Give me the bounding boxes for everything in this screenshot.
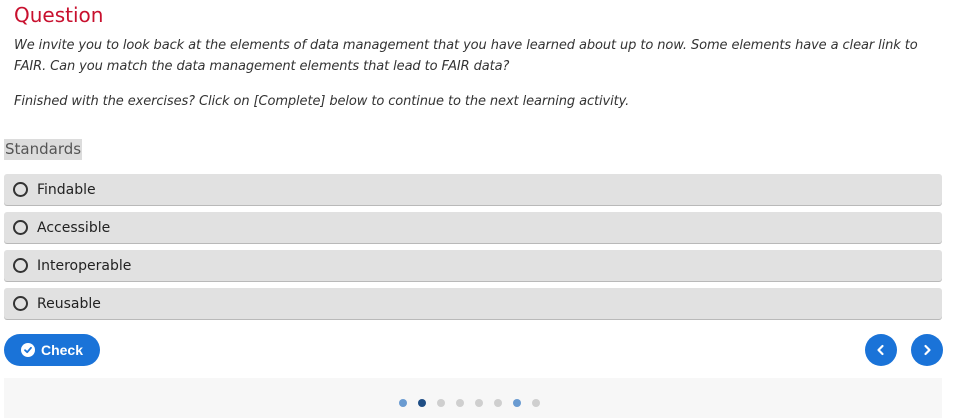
- radio-button[interactable]: [13, 296, 28, 311]
- check-button-label: Check: [40, 342, 84, 358]
- next-button[interactable]: [911, 334, 943, 366]
- option-accessible[interactable]: Accessible: [4, 212, 942, 243]
- pagination-dot-7[interactable]: [513, 399, 521, 407]
- radio-button[interactable]: [13, 258, 28, 273]
- pagination-dot-2[interactable]: [418, 399, 426, 407]
- pagination-dot-5[interactable]: [475, 399, 483, 407]
- option-label: Interoperable: [37, 257, 132, 274]
- option-reusable[interactable]: Reusable: [4, 288, 942, 319]
- pagination-dot-4[interactable]: [456, 399, 464, 407]
- chevron-right-icon: [924, 344, 931, 356]
- radio-button[interactable]: [13, 182, 28, 197]
- pagination-dot-8[interactable]: [532, 399, 540, 407]
- option-label: Findable: [37, 181, 96, 198]
- pagination-dots: [399, 399, 540, 407]
- check-button[interactable]: Check: [4, 334, 100, 366]
- question-prompt: We invite you to look back at the elemen…: [14, 38, 918, 74]
- pagination-dot-6[interactable]: [494, 399, 502, 407]
- pagination-dot-1[interactable]: [399, 399, 407, 407]
- option-label: Accessible: [37, 219, 111, 236]
- option-interoperable[interactable]: Interoperable: [4, 250, 942, 281]
- radio-button[interactable]: [13, 220, 28, 235]
- option-findable[interactable]: Findable: [4, 174, 942, 205]
- question-instruction: Finished with the exercises? Click on [C…: [14, 94, 630, 109]
- pagination-dot-3[interactable]: [437, 399, 445, 407]
- check-circle-icon: [20, 343, 35, 357]
- question-title: Question: [14, 3, 104, 27]
- answer-options: Findable Accessible Interoperable Reusab…: [4, 174, 942, 326]
- previous-button[interactable]: [865, 334, 897, 366]
- option-label: Reusable: [37, 295, 101, 312]
- term-label: Standards: [4, 139, 83, 160]
- chevron-left-icon: [877, 344, 884, 356]
- footer-bar: [4, 378, 942, 418]
